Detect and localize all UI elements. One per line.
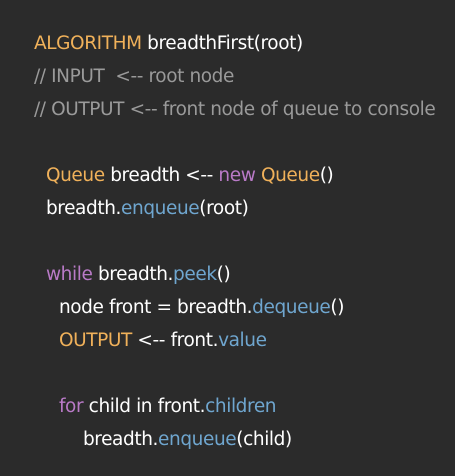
code-line-5: Queue breadth <-- new Queue() [0,140,455,186]
code-line-1: ALGORITHM breadthFirst(root) [0,8,455,54]
code-line-6: breadth.enqueue(root) [0,173,455,219]
code-line-12: for child in front.children [0,371,455,417]
code-token: breadth. [82,429,159,450]
code-editor: ALGORITHM breadthFirst(root) // INPUT <-… [0,0,455,450]
code-line-2: // INPUT <-- root node [0,41,455,87]
code-token: (child) [236,429,292,450]
code-token: enqueue [158,429,237,450]
code-line-3: // OUTPUT <-- front node of queue to con… [0,74,455,120]
code-line-9: node front = breadth.dequeue() [0,272,455,318]
code-line-8: while breadth.peek() [0,239,455,285]
code-line-13: breadth.enqueue(child) [0,404,455,450]
code-line-10: OUTPUT <-- front.value [0,305,455,351]
